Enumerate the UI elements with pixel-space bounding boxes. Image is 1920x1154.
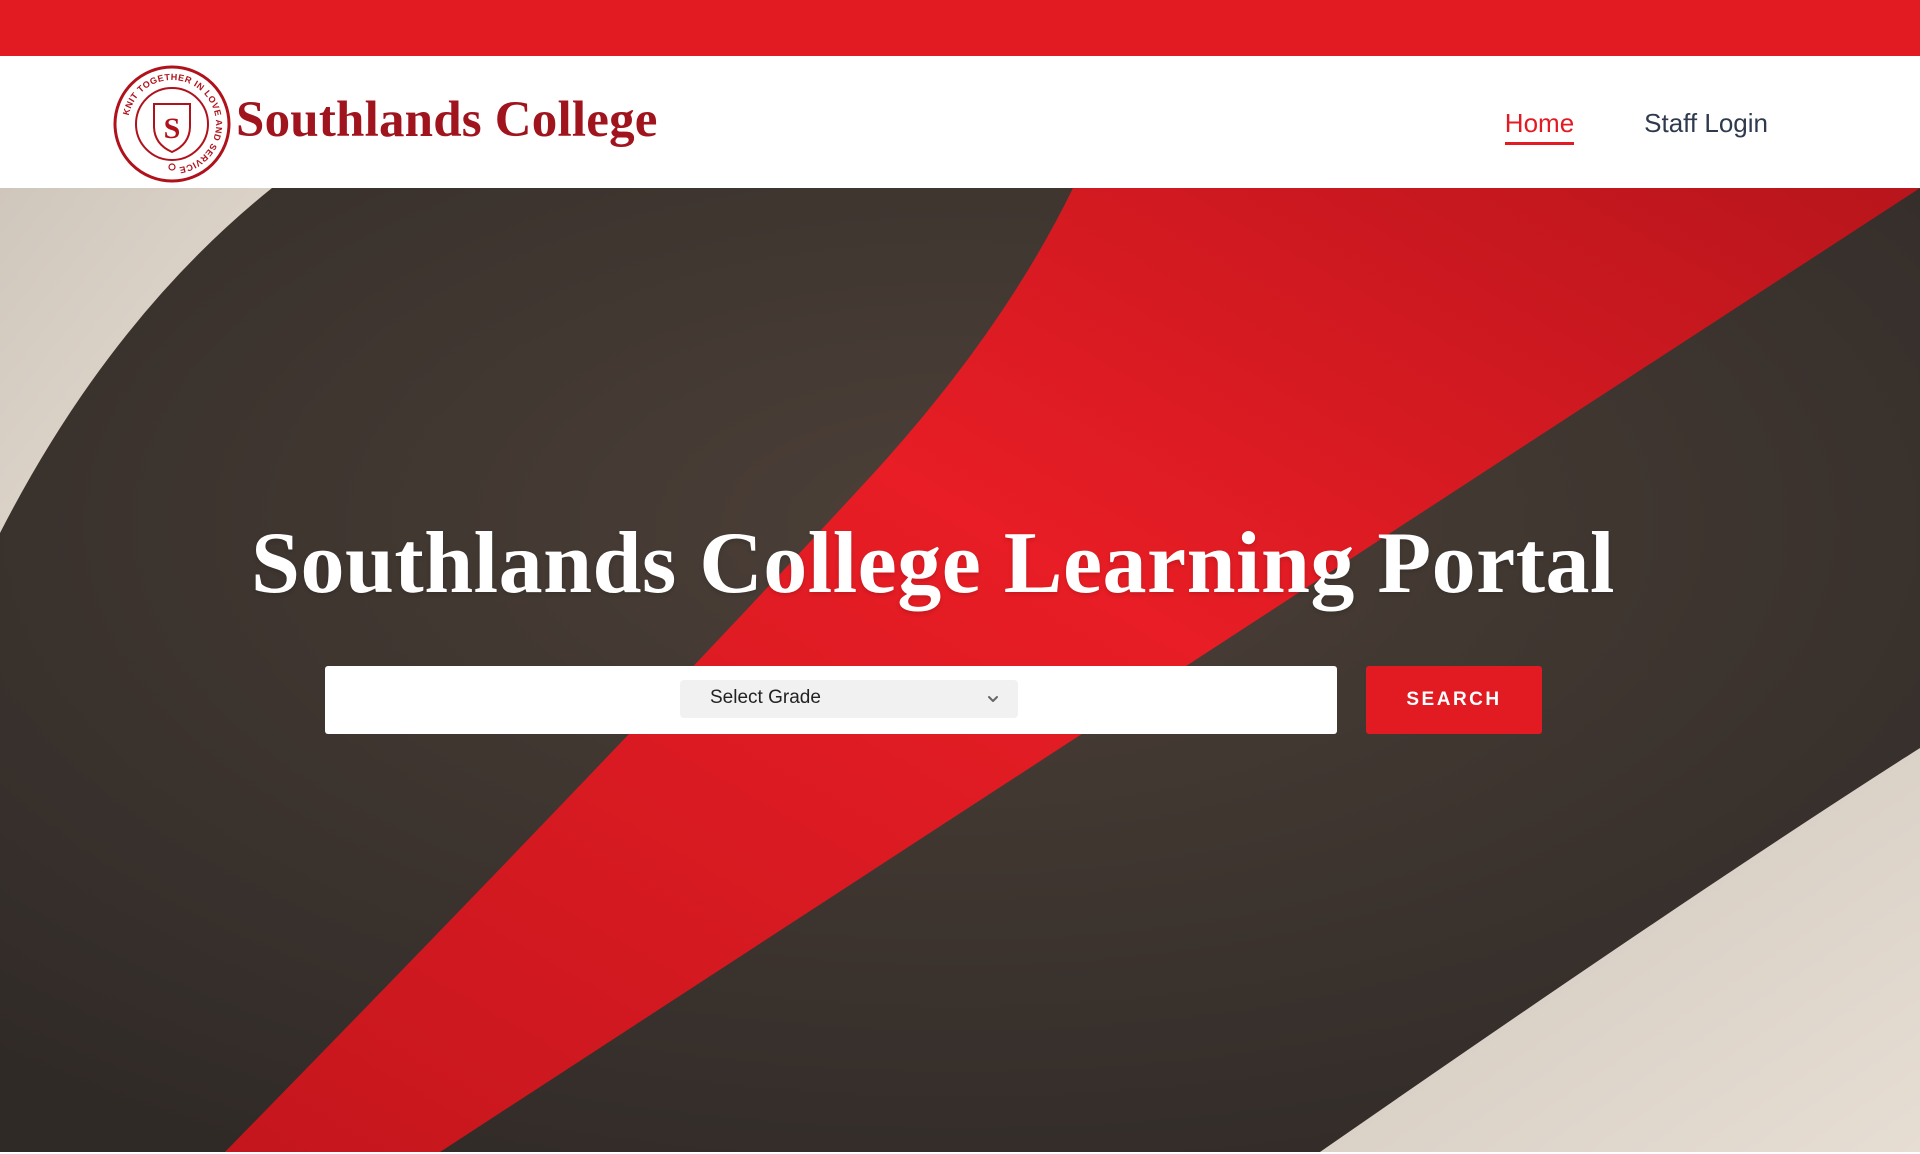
search-bar: Select Grade <box>325 666 1337 734</box>
main-nav: Home Staff Login <box>1504 108 1768 145</box>
nav-home-link[interactable]: Home <box>1504 108 1575 145</box>
top-accent-bar <box>0 0 1920 56</box>
hero-section: Southlands College Learning Portal Selec… <box>0 188 1920 1152</box>
brand[interactable]: KNIT TOGETHER IN LOVE AND SERVICE S Sout… <box>112 64 658 184</box>
college-seal-logo: KNIT TOGETHER IN LOVE AND SERVICE S <box>113 65 231 183</box>
grade-select-value: Select Grade <box>710 687 821 708</box>
nav-staff-login-link[interactable]: Staff Login <box>1644 108 1768 145</box>
search-button[interactable]: SEARCH <box>1366 666 1542 734</box>
chevron-down-icon <box>988 696 998 702</box>
hero-title: Southlands College Learning Portal <box>251 515 1615 612</box>
site-title: Southlands College <box>236 92 658 148</box>
grade-select-dropdown[interactable]: Select Grade <box>680 680 1018 718</box>
site-header: KNIT TOGETHER IN LOVE AND SERVICE S Sout… <box>0 56 1920 188</box>
svg-text:S: S <box>164 112 181 145</box>
